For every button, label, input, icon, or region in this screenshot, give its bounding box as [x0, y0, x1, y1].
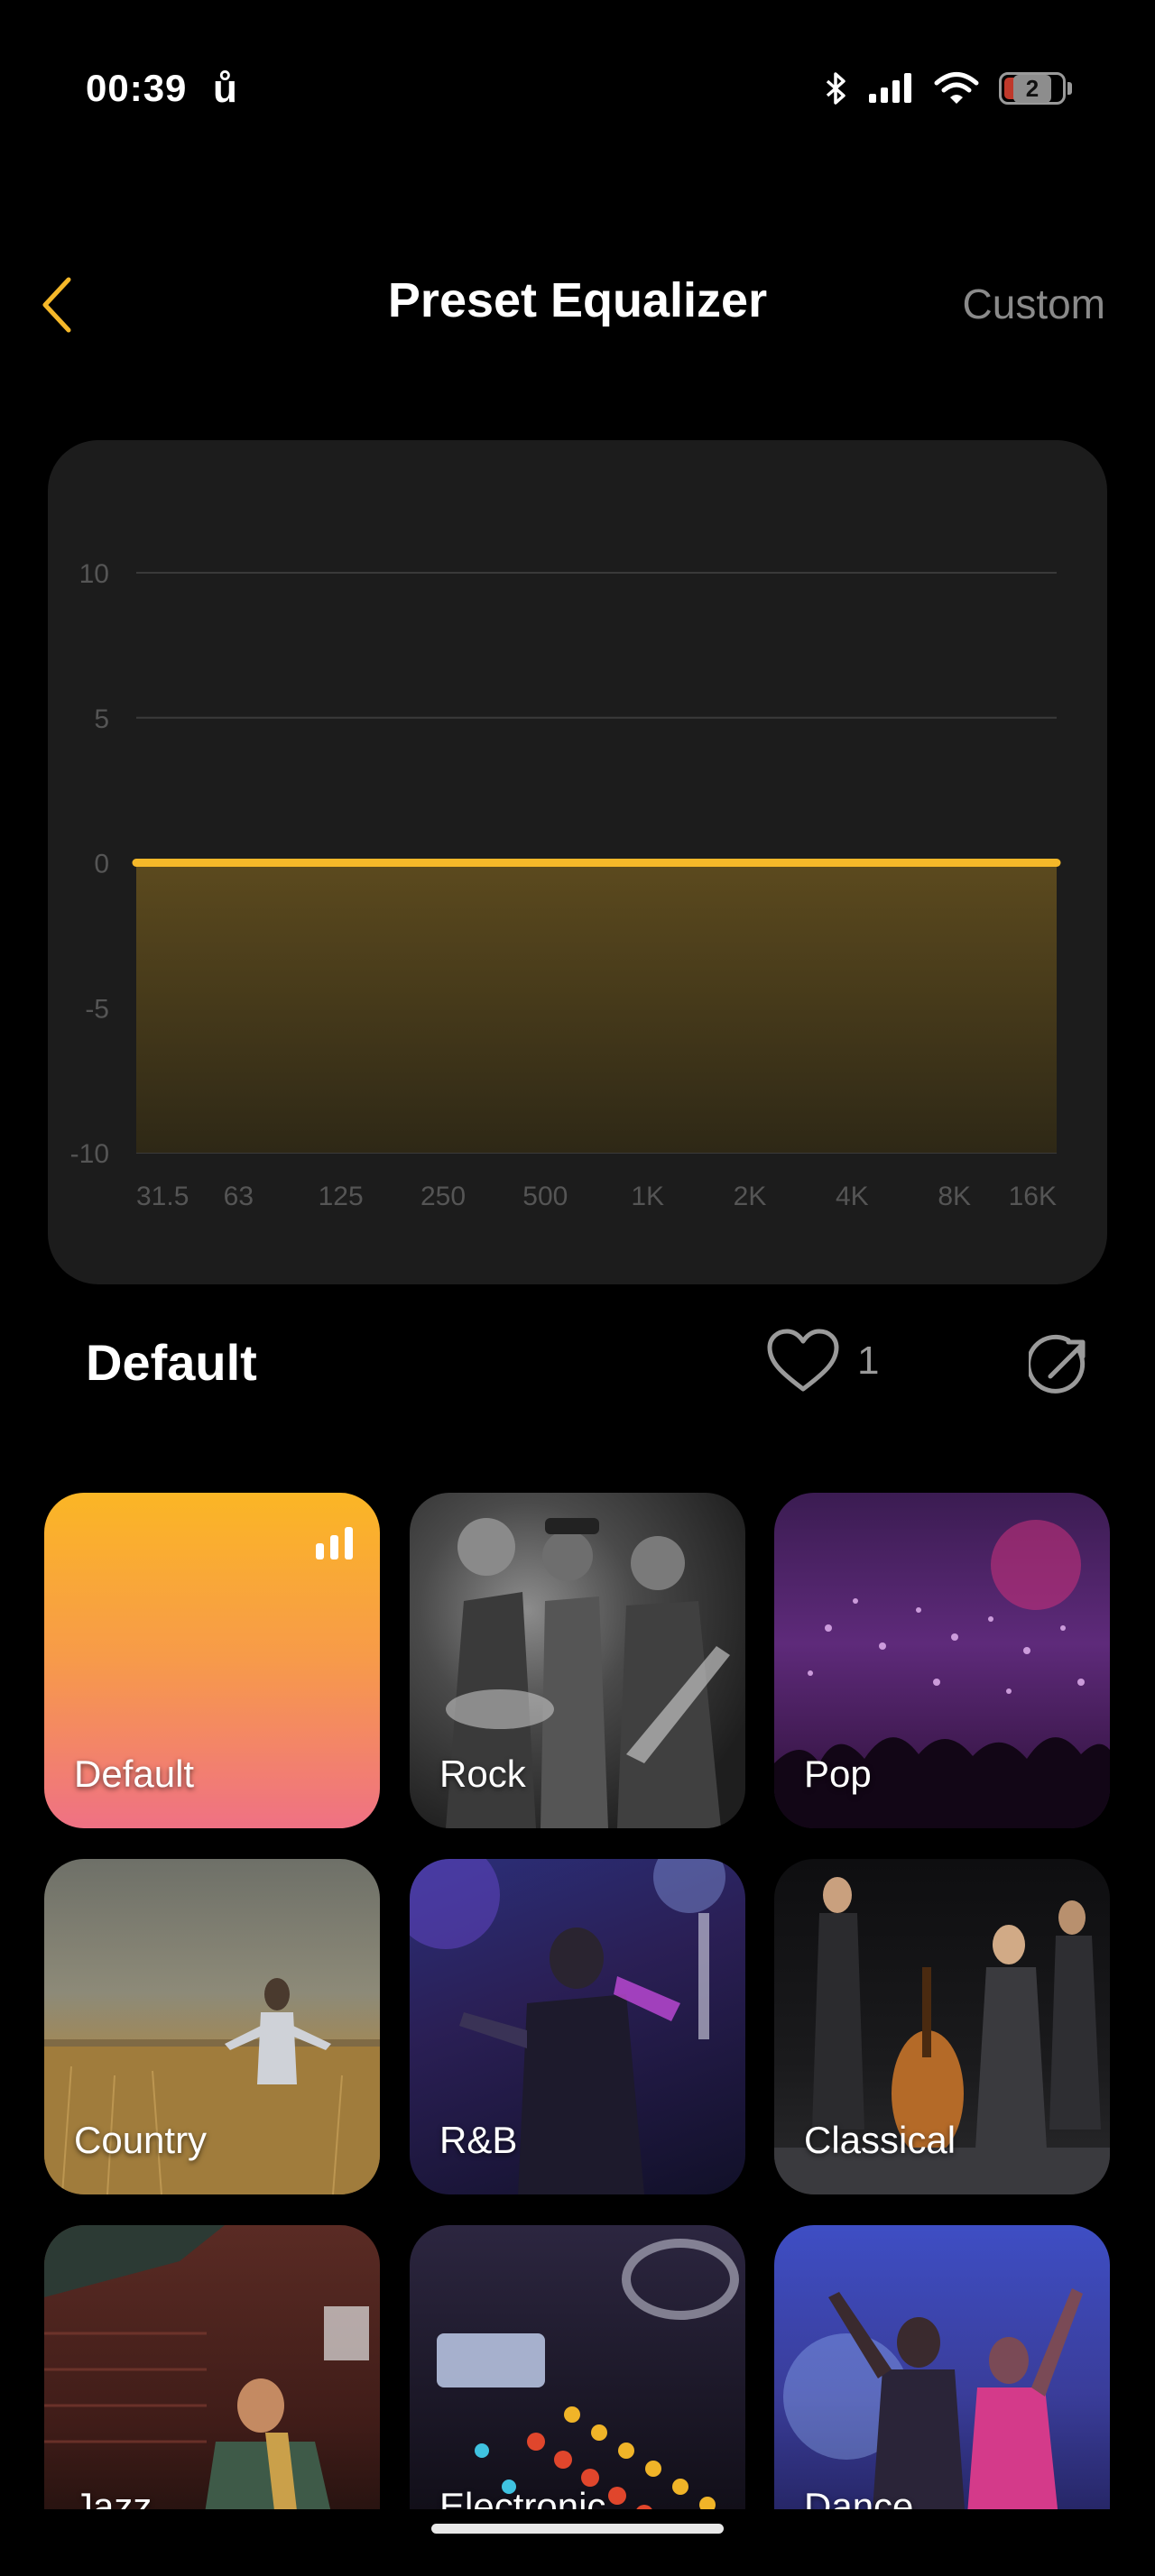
current-preset-name: Default [86, 1334, 257, 1391]
preset-tile-label: Rock [439, 1753, 526, 1795]
equalizer-chart-svg: 10 5 0 -5 -10 31.5 63 125 250 500 1K 2K 4K 8K 16K [70, 559, 1061, 1211]
battery-icon: 2 [999, 72, 1072, 105]
share-icon [1026, 1334, 1086, 1394]
preset-tile-label: Country [74, 2119, 208, 2161]
status-icons: 2 [824, 70, 1072, 106]
heart-icon [767, 1329, 839, 1392]
wifi-icon [934, 72, 979, 104]
equalizer-chart: 10 5 0 -5 -10 31.5 63 125 250 500 1K 2K 4K 8K 16K [48, 440, 1107, 1284]
series-area [136, 862, 1057, 1153]
status-time: 00:39 [86, 67, 188, 109]
preset-tile-label: R&B [439, 2119, 518, 2161]
preset-tile-pop[interactable]: Pop [774, 1493, 1110, 1828]
y-tick-label: 5 [94, 704, 109, 734]
y-tick-label: -10 [70, 1139, 109, 1169]
preset-tile-rock[interactable]: Rock [410, 1493, 745, 1828]
x-tick-label: 250 [420, 1182, 466, 1211]
home-indicator[interactable] [431, 2524, 724, 2534]
y-tick-label: 10 [79, 559, 109, 589]
preset-tile-label: Pop [804, 1753, 872, 1795]
signal-icon [869, 73, 911, 103]
chevron-left-icon [42, 277, 71, 333]
like-button[interactable]: 1 [765, 1328, 879, 1394]
y-tick-label: 0 [94, 850, 109, 879]
battery-level: 2 [1012, 74, 1052, 103]
x-tick-label: 125 [319, 1182, 364, 1211]
x-tick-label: 31.5 [136, 1182, 189, 1211]
y-tick-label: -5 [85, 994, 109, 1024]
like-count: 1 [857, 1339, 880, 1383]
x-tick-label: 1K [631, 1182, 664, 1211]
custom-button[interactable]: Custom [963, 280, 1105, 328]
x-tick-label: 16K [1009, 1182, 1057, 1211]
app-notification-icon: ů [213, 67, 237, 111]
preset-tile-default[interactable]: Default [44, 1493, 380, 1828]
preset-tile-label: Classical [804, 2119, 956, 2161]
x-tick-label: 2K [734, 1182, 767, 1211]
preset-tile-classical[interactable]: Classical [774, 1859, 1110, 2194]
x-tick-label: 4K [836, 1182, 869, 1211]
bluetooth-icon [826, 72, 845, 105]
x-tick-label: 500 [522, 1182, 568, 1211]
x-tick-label: 63 [224, 1182, 254, 1211]
preset-tile-country[interactable]: Country [44, 1859, 380, 2194]
x-tick-label: 8K [938, 1182, 971, 1211]
back-button[interactable] [36, 272, 81, 336]
preset-tile-label: Default [74, 1753, 195, 1795]
playing-bars-icon [316, 1527, 353, 1559]
preset-tile-rnb[interactable]: R&B [410, 1859, 745, 2194]
bottom-safe-area [0, 2509, 1155, 2576]
share-button[interactable] [1026, 1333, 1094, 1398]
